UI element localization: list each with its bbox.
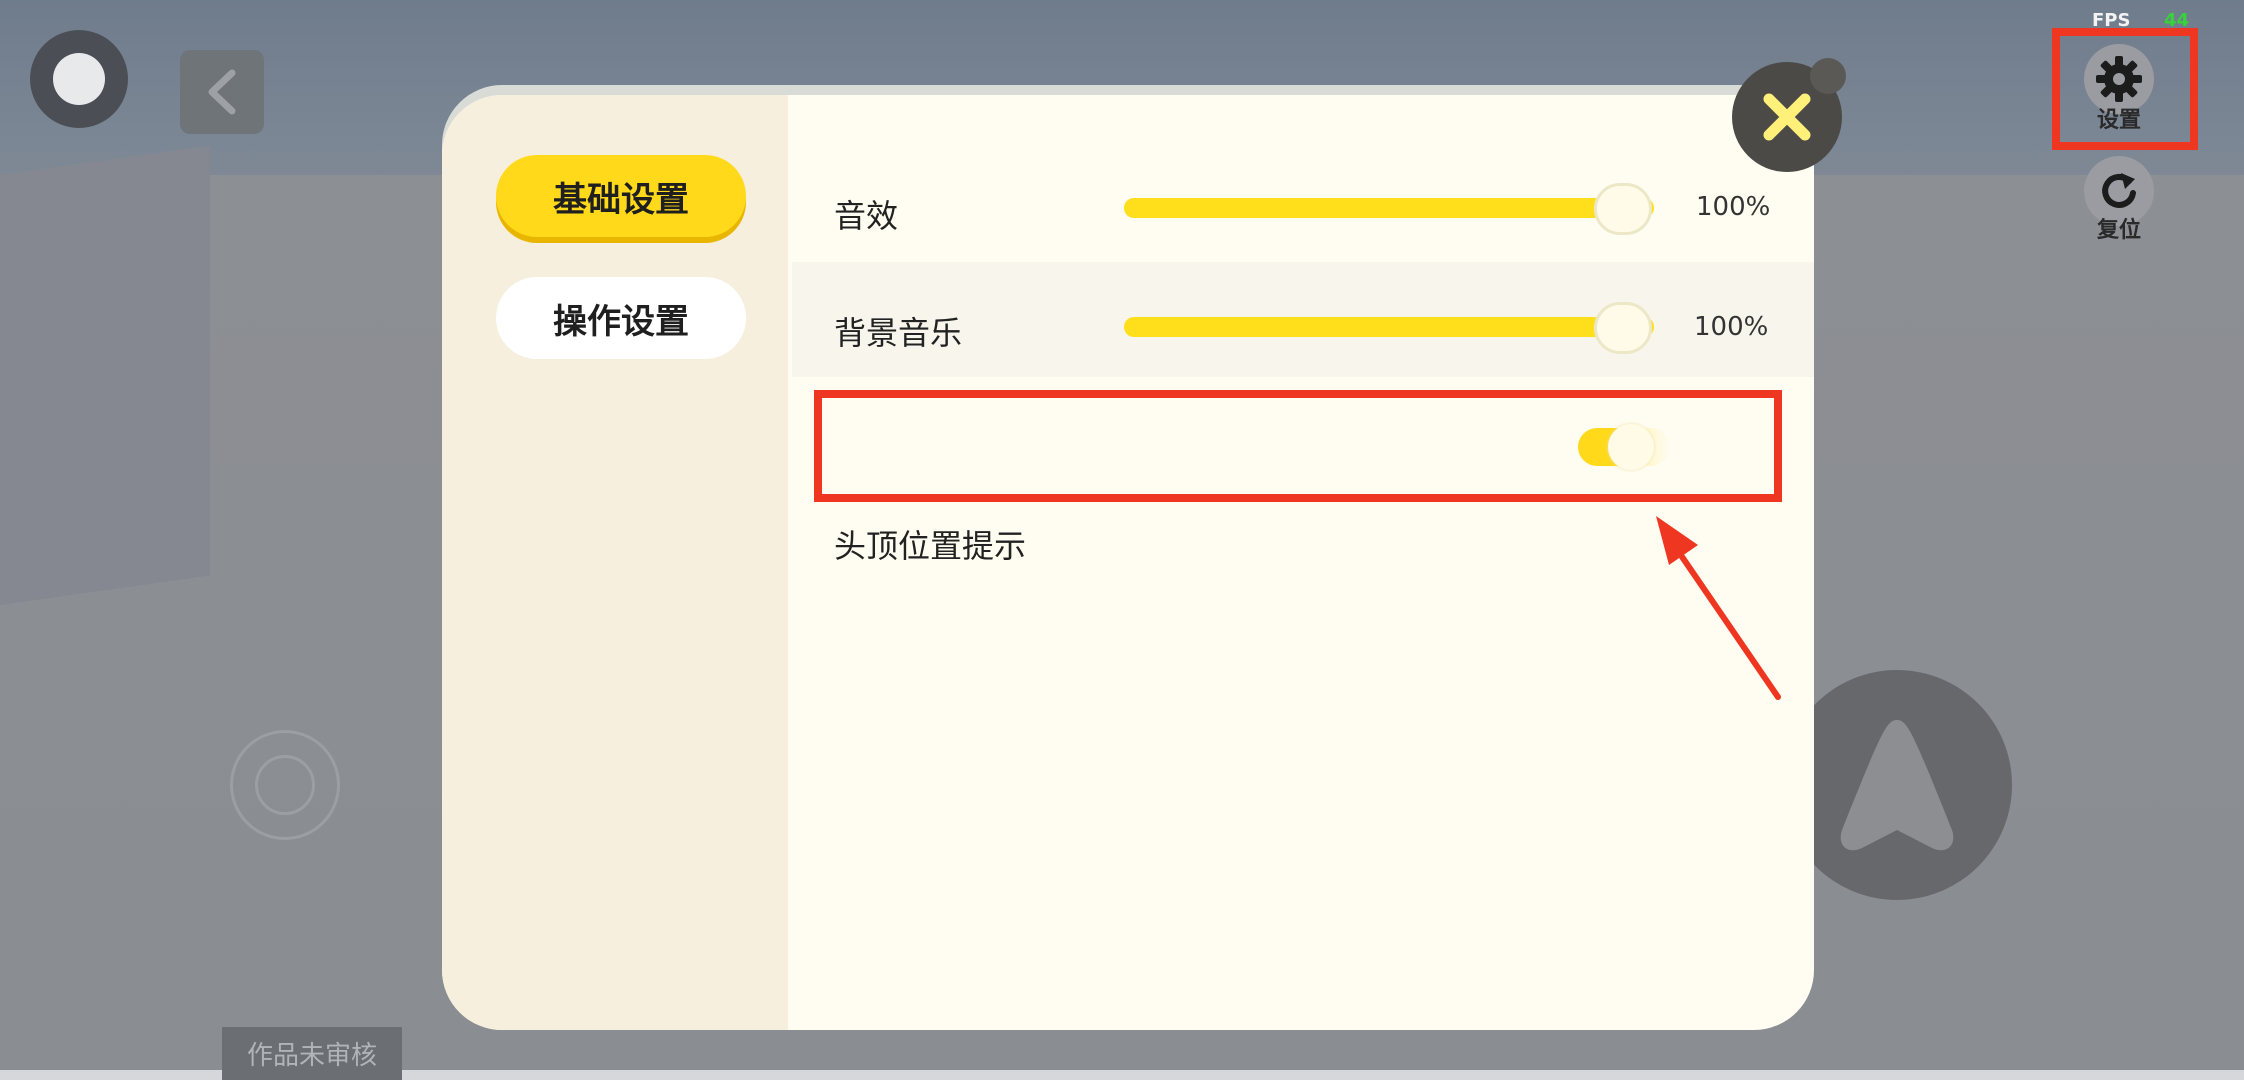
annotation-arrow-icon	[1656, 516, 1781, 700]
close-button[interactable]	[1732, 58, 1846, 172]
close-icon	[1763, 93, 1811, 141]
close-button-corner	[1810, 58, 1846, 94]
